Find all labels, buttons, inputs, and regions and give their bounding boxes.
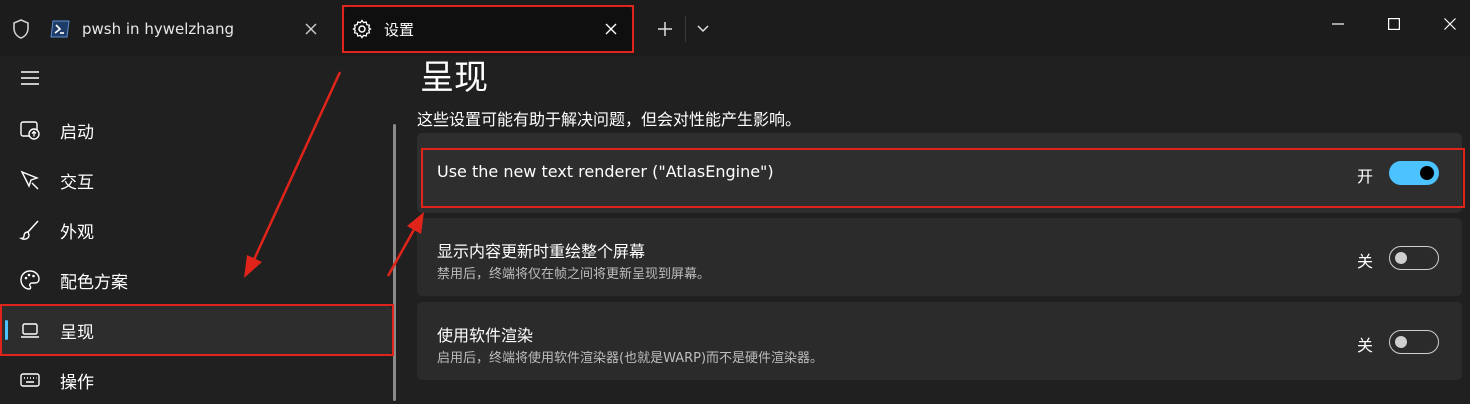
sidebar-item-appearance[interactable]: 外观 [0,206,392,254]
sidebar-item-actions[interactable]: 操作 [0,356,392,404]
palette-icon [18,268,42,292]
minimize-icon [1332,23,1344,25]
sidebar-item-label: 配色方案 [60,272,128,293]
toggle-state-label: 开 [1357,167,1374,186]
minimize-button[interactable] [1318,8,1358,40]
atlas-engine-toggle[interactable] [1389,161,1439,185]
sidebar-item-label: 操作 [60,372,94,393]
selection-indicator [5,320,8,340]
sidebar-item-label: 启动 [60,122,94,143]
tab-pwsh[interactable]: pwsh in hywelzhang [42,6,332,52]
shield-icon [10,18,32,44]
page-description: 这些设置可能有助于解决问题，但会对性能产生影响。 [417,110,802,129]
sidebar-item-startup[interactable]: 启动 [0,106,392,154]
maximize-icon [1388,18,1400,30]
sidebar-item-rendering[interactable]: 呈现 [0,306,392,354]
tab-dropdown-button[interactable] [688,14,718,44]
setting-title: 显示内容更新时重绘整个屏幕 [437,242,646,261]
brush-icon [18,218,42,242]
startup-icon [18,118,42,142]
toggle-knob [1420,166,1434,180]
close-icon[interactable] [596,14,626,44]
sidebar-item-interaction[interactable]: 交互 [0,156,392,204]
toggle-state-label: 关 [1357,336,1374,355]
setting-subtitle: 禁用后，终端将仅在帧之间将更新呈现到屏幕。 [437,267,711,282]
separator [685,16,686,42]
setting-title: 使用软件渲染 [437,326,534,345]
tab-settings[interactable]: 设置 [344,6,632,52]
toggle-state-label: 关 [1357,252,1374,271]
gear-icon [352,19,372,39]
sidebar-scrollbar[interactable] [393,124,396,401]
maximize-button[interactable] [1374,8,1414,40]
sidebar-item-label: 外观 [60,222,94,243]
window-close-button[interactable] [1430,8,1470,40]
tab-label: 设置 [384,20,415,39]
plus-icon [658,22,672,36]
chevron-down-icon [697,25,709,33]
close-icon [1444,18,1456,30]
hamburger-menu-icon[interactable] [20,70,42,90]
sidebar-item-label: 交互 [60,172,94,193]
keyboard-icon [18,368,42,392]
setting-card-software-rendering: 使用软件渲染 启用后，终端将使用软件渲染器(也就是WARP)而不是硬件渲染器。 … [417,302,1462,380]
page-title: 呈现 [420,58,488,98]
interaction-icon [18,168,42,192]
close-icon[interactable] [296,14,326,44]
setting-card-atlas-engine: Use the new text renderer ("AtlasEngine"… [417,133,1462,213]
setting-title: Use the new text renderer ("AtlasEngine"… [437,162,774,181]
software-rendering-toggle[interactable] [1389,330,1439,354]
title-bar: pwsh in hywelzhang 设置 [0,0,1470,56]
full-repaint-toggle[interactable] [1389,246,1439,270]
setting-subtitle: 启用后，终端将使用软件渲染器(也就是WARP)而不是硬件渲染器。 [437,351,824,366]
setting-card-full-repaint: 显示内容更新时重绘整个屏幕 禁用后，终端将仅在帧之间将更新呈现到屏幕。 关 [417,218,1462,296]
tab-label: pwsh in hywelzhang [82,20,234,38]
new-tab-button[interactable] [650,14,680,44]
powershell-icon [50,19,70,39]
sidebar-item-color-schemes[interactable]: 配色方案 [0,256,392,304]
sidebar-item-label: 呈现 [60,322,94,343]
laptop-icon [18,318,42,342]
toggle-knob [1395,252,1407,264]
toggle-knob [1395,336,1407,348]
